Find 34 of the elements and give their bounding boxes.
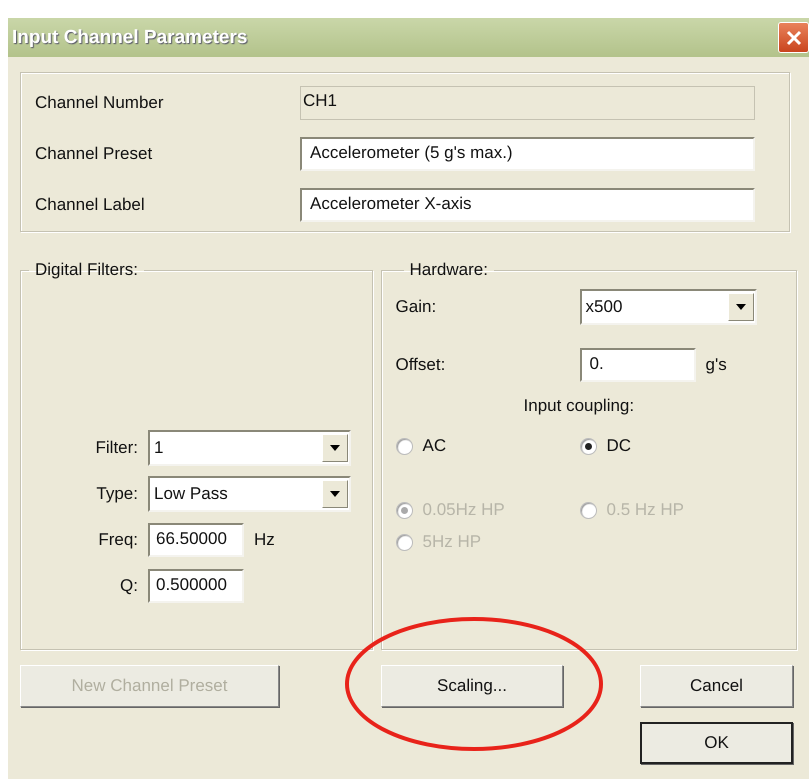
radio-label[interactable]: AC [422, 436, 446, 456]
field-label: Q: [119, 576, 139, 596]
field-label: Filter: [94, 438, 139, 458]
radio-label[interactable]: DC [606, 436, 632, 456]
field-label: Channel Number [35, 93, 165, 113]
dialog-button[interactable]: Cancel [640, 665, 793, 707]
close-button[interactable] [778, 22, 809, 53]
text-field[interactable]: Accelerometer (5 g's max.) [300, 137, 755, 171]
caret-icon [329, 490, 341, 498]
field-label: Freq: [97, 530, 139, 550]
field-label: Offset: [396, 355, 446, 375]
radio-button[interactable] [580, 438, 597, 454]
dialog-button[interactable]: Scaling... [381, 665, 563, 707]
radio-button[interactable] [396, 438, 413, 454]
window-title: Input Channel Parameters [11, 26, 248, 48]
field-label: Channel Preset [35, 144, 154, 164]
text-field[interactable]: 0.500000 [148, 569, 244, 603]
caret-icon [329, 444, 341, 452]
dropdown[interactable]: Low Pass [148, 476, 351, 512]
unit-label: g's [706, 355, 727, 375]
section-label: Input coupling: [522, 396, 636, 416]
dropdown[interactable]: x500 [580, 289, 757, 325]
group-title: Hardware: [408, 260, 489, 280]
unit-label: Hz [254, 530, 275, 550]
dialog-button[interactable]: OK [640, 722, 793, 764]
group-title: Digital Filters: [34, 260, 139, 280]
field-label: Gain: [396, 297, 438, 317]
field-label: Type: [95, 484, 139, 504]
text-field[interactable]: Accelerometer X-axis [300, 188, 755, 222]
text-field[interactable]: 0. [580, 348, 696, 382]
caret-icon [734, 303, 747, 311]
text-field[interactable]: 66.50000 [148, 523, 244, 557]
field-label: Channel Label [35, 195, 146, 215]
dropdown[interactable]: 1 [148, 430, 351, 466]
